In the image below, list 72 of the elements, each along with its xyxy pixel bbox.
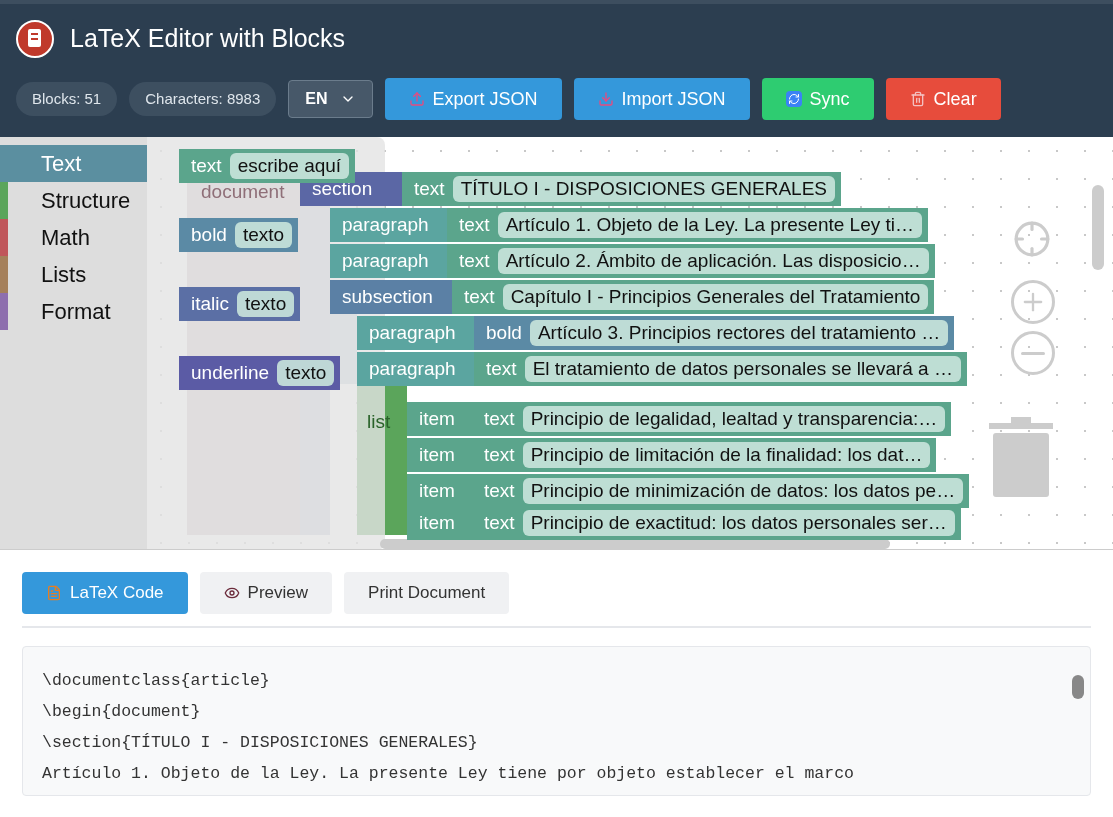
code-line: \documentclass{article}	[42, 670, 270, 692]
block-value-field[interactable]: escribe aquí	[229, 153, 350, 179]
text-block[interactable]: underline texto	[179, 356, 341, 390]
block-label: text	[484, 442, 515, 467]
subsection-block[interactable]: subsection	[330, 280, 452, 314]
text-block[interactable]: text El tratamiento de datos personales se llevará a …	[474, 352, 967, 386]
trash-icon	[909, 91, 926, 107]
vertical-scrollbar[interactable]	[1092, 185, 1104, 270]
text-block[interactable]: text escribe aquí	[179, 149, 356, 183]
eye-icon	[223, 585, 240, 601]
export-icon	[408, 91, 425, 107]
block-label: text	[486, 356, 517, 381]
text-block[interactable]: text Principio de legalidad, lealtad y transparencia:…	[472, 402, 952, 436]
block-label: bold	[486, 320, 522, 345]
zoom-in-button[interactable]	[1011, 280, 1055, 324]
block-workspace[interactable]	[147, 137, 1113, 549]
block-label: text	[464, 284, 495, 309]
document-icon	[46, 585, 62, 601]
sync-icon	[785, 91, 802, 107]
print-button[interactable]: Print Document	[344, 572, 510, 614]
import-icon	[597, 91, 614, 107]
block-value-field[interactable]: El tratamiento de datos personales se llevará a …	[524, 356, 961, 382]
text-block[interactable]: text Artículo 2. Ámbito de aplicación. Las disposicio…	[447, 244, 935, 278]
block-value-field[interactable]: TÍTULO I - DISPOSICIONES GENERALES	[452, 176, 835, 202]
text-block[interactable]: text TÍTULO I - DISPOSICIONES GENERALES	[402, 172, 841, 206]
block-label: text	[191, 153, 222, 178]
stat-pill: Blocks: 51	[16, 82, 118, 116]
block-value-field[interactable]: Principio de minimización de datos: los datos pe…	[522, 478, 964, 504]
text-block[interactable]: text Principio de exactitud: los datos personales ser…	[472, 506, 961, 540]
block-value-field[interactable]: Artículo 1. Objeto de la Ley. La presente Ley ti…	[497, 212, 922, 238]
block-label: text	[484, 406, 515, 431]
text-block[interactable]: italic texto	[179, 287, 301, 321]
toolbar-button[interactable]: Clear	[885, 78, 1001, 120]
code-line: Artículo 1. Objeto de la Ley. La presente Ley tiene por objeto establecer el marco	[42, 763, 854, 785]
text-block[interactable]: text Capítulo I - Principios Generales del Tratamiento	[452, 280, 935, 314]
text-block[interactable]: text Principio de limitación de la finalidad: los dat…	[472, 438, 937, 472]
block-label: italic	[191, 291, 229, 316]
text-block[interactable]: bold texto	[179, 218, 299, 252]
app-title: LaTeX Editor with Blocks	[70, 23, 346, 55]
code-line: \begin{document}	[42, 701, 201, 723]
block-value-field[interactable]: Artículo 3. Principios rectores del tratamiento …	[529, 320, 949, 346]
block-label: text	[459, 248, 490, 273]
trash-icon[interactable]	[989, 415, 1053, 499]
output-tab[interactable]: Preview	[199, 572, 333, 614]
stat-pill: Characters: 8983	[129, 82, 277, 116]
category-item[interactable]: Text	[0, 145, 147, 182]
text-block[interactable]: text Principio de minimización de datos: los datos pe…	[472, 474, 970, 508]
block-label: text	[414, 176, 445, 201]
block-value-field[interactable]: texto	[237, 291, 295, 317]
block-value-field[interactable]: Capítulo I - Principios Generales del Tratamiento	[502, 284, 929, 310]
zoom-out-button[interactable]	[1011, 331, 1055, 375]
minus-icon	[1021, 351, 1045, 355]
block-label: document	[201, 180, 285, 204]
text-block[interactable]: bold Artículo 3. Principios rectores del tratamiento …	[474, 316, 955, 350]
block-value-field[interactable]: Principio de legalidad, lealtad y transparencia:…	[522, 406, 946, 432]
logo-icon	[16, 20, 54, 58]
block-label: bold	[191, 222, 227, 247]
code-scrollbar[interactable]	[1072, 675, 1084, 699]
code-line: \section{TÍTULO I - DISPOSICIONES GENERALES}	[42, 732, 478, 754]
recenter-icon[interactable]	[1013, 220, 1051, 258]
block-label: text	[459, 212, 490, 237]
text-block[interactable]: text Artículo 1. Objeto de la Ley. La presente Ley ti…	[447, 208, 928, 242]
horizontal-scrollbar[interactable]	[380, 539, 890, 549]
block-value-field[interactable]: texto	[234, 222, 293, 248]
block-label: text	[484, 510, 515, 535]
block-value-field[interactable]: Principio de limitación de la finalidad: los dat…	[522, 442, 931, 468]
block-value-field[interactable]: texto	[277, 360, 335, 386]
language-select[interactable]: EN	[288, 80, 373, 118]
block-label: text	[484, 478, 515, 503]
block-value-field[interactable]: Principio de exactitud: los datos personales ser…	[522, 510, 955, 536]
block-value-field[interactable]: Artículo 2. Ámbito de aplicación. Las disposicio…	[497, 248, 929, 274]
block-label: underline	[191, 360, 270, 385]
